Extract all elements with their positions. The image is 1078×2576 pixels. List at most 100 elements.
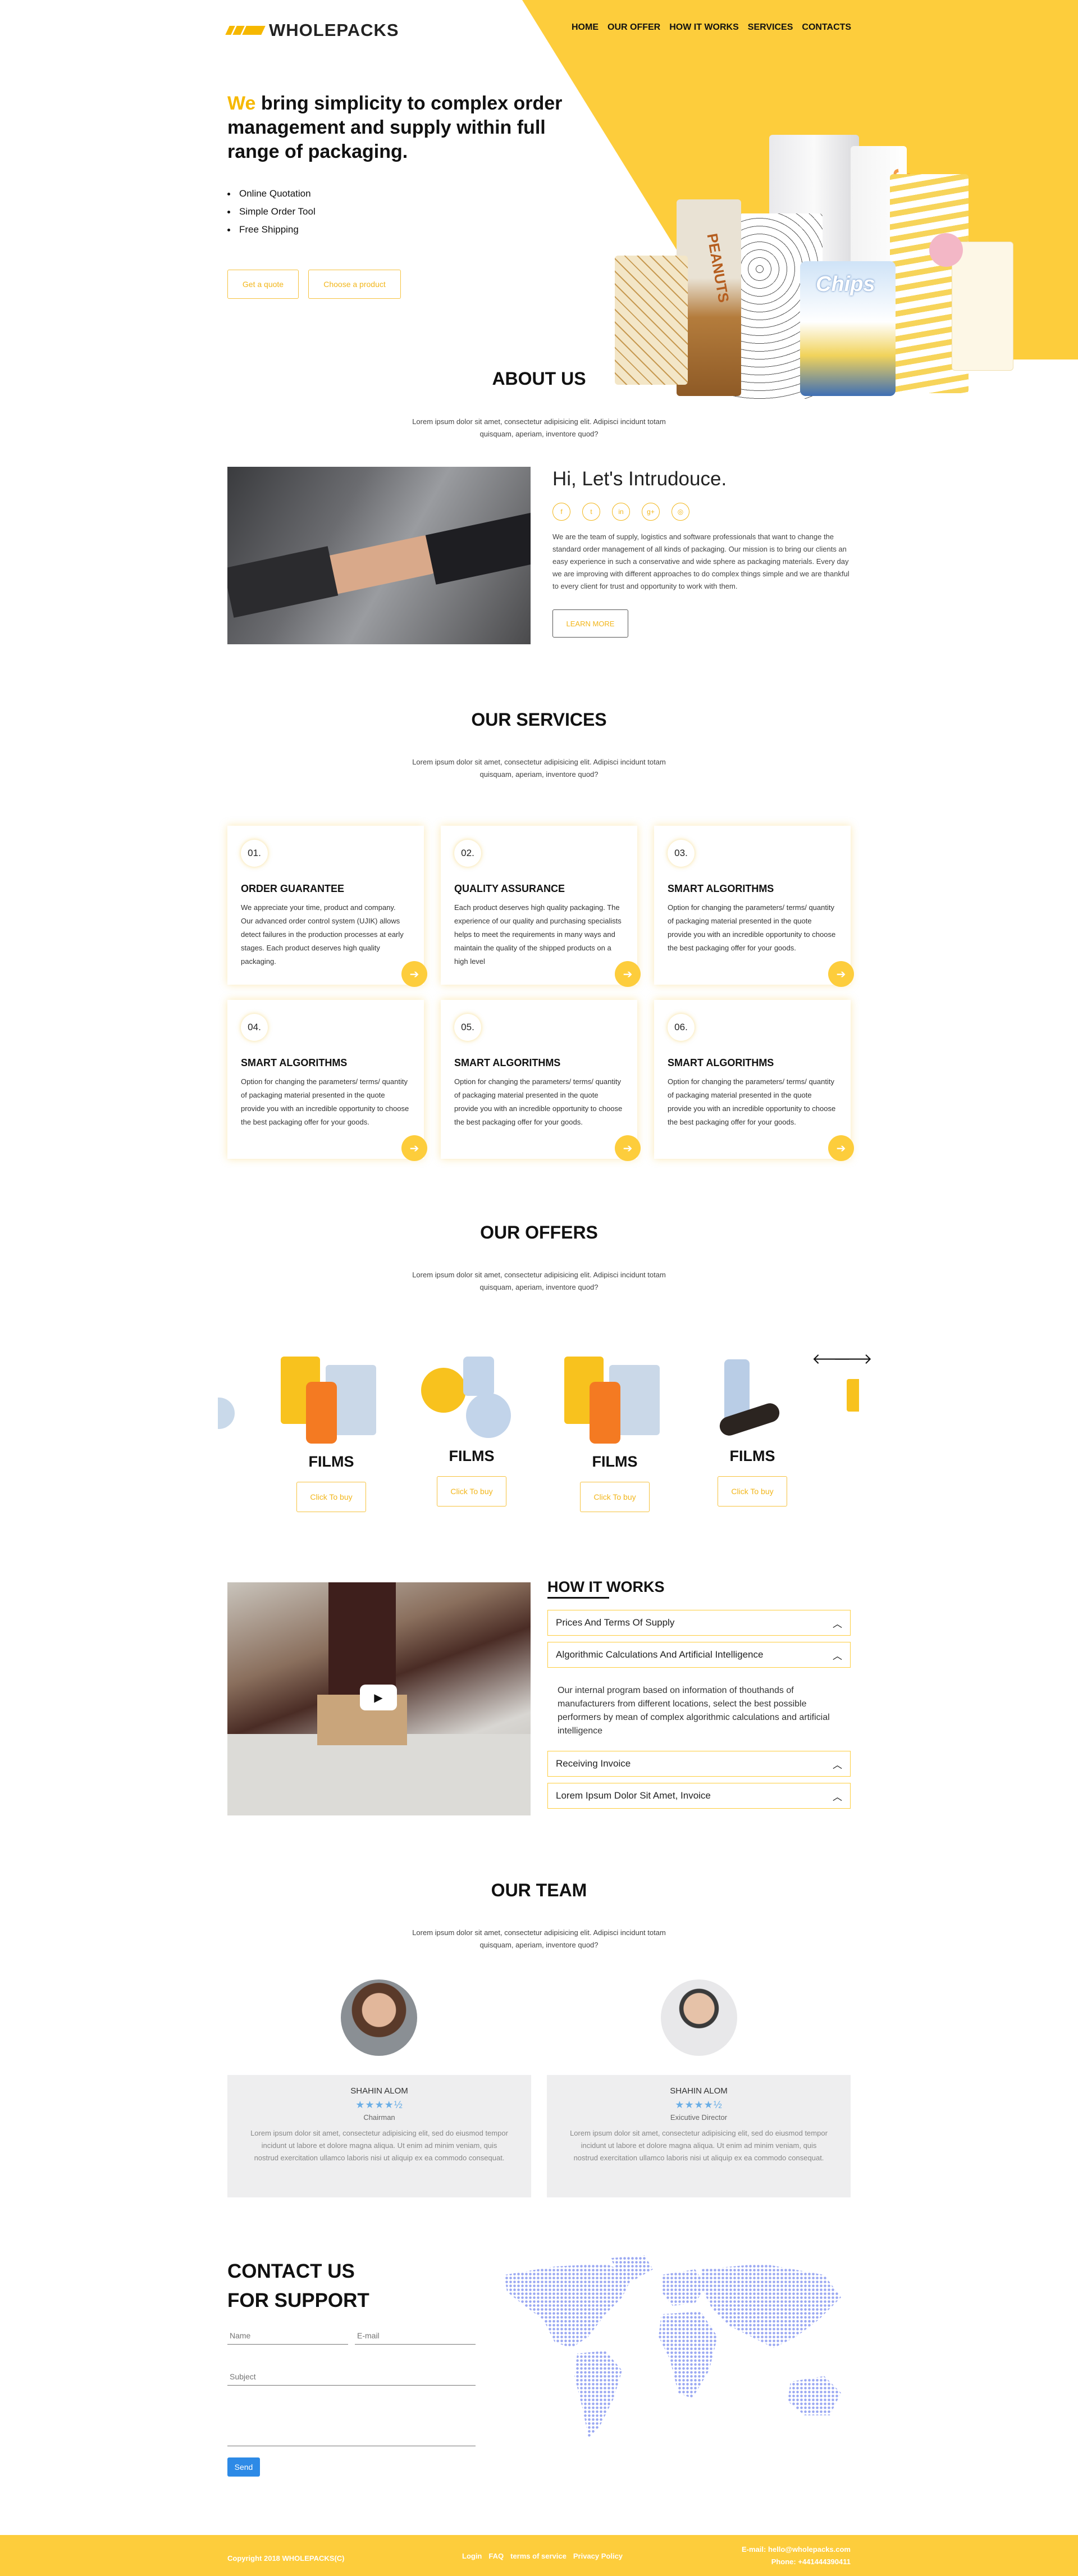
linkedin-icon[interactable]: in [612,503,630,521]
offer-item: FILMS Click To buy [696,1354,808,1507]
chevron-up-icon: ︿ [833,1618,842,1630]
arrow-right-icon[interactable]: ➔ [615,961,641,987]
brand-logo[interactable]: WHOLEPACKS [225,20,399,40]
map-europe [661,2269,706,2306]
map-asia [701,2264,841,2348]
accordion-item[interactable]: Algorithmic Calculations And Artificial … [547,1642,851,1668]
service-number: 05. [454,1014,481,1041]
twitter-icon[interactable]: t [582,503,600,521]
send-button[interactable]: Send [227,2457,260,2477]
offer-product-image [559,1354,671,1446]
product-bag-kids [952,242,1013,371]
right-suit-sleeve [425,512,531,585]
arrow-right-icon[interactable]: ➔ [828,1135,854,1161]
video-table [227,1734,531,1815]
arrow-right-icon[interactable]: ➔ [401,961,427,987]
how-it-works-title: HOW IT WORKS [547,1578,665,1595]
avatar [341,1979,417,2056]
map-africa [659,2311,718,2398]
product-ice-cream [929,233,963,267]
facebook-icon[interactable]: f [552,503,570,521]
about-text: We are the team of supply, logistics and… [552,533,849,590]
offer-product-image [275,1354,387,1446]
arrow-right-icon[interactable]: ➔ [828,961,854,987]
service-card[interactable]: 03. SMART ALGORITHMS Option for changing… [654,826,854,987]
offer-name: FILMS [449,1448,495,1464]
click-to-buy-button[interactable]: Click To buy [718,1476,787,1507]
hero-title-text: bring simplicity to complex order manage… [227,93,563,162]
accordion-item[interactable]: Lorem Ipsum Dolor Sit Amet, Invoice ︿ [547,1783,851,1809]
offer-item: FILMS Click To buy [415,1354,528,1507]
accordion-item[interactable]: Receiving Invoice ︿ [547,1751,851,1777]
services-title: OUR SERVICES [471,709,607,730]
footer-links: Login FAQ terms of service Privacy Polic… [462,2552,623,2560]
service-description: We appreciate your time, product and com… [241,903,404,966]
contact-title-line2: FOR SUPPORT [227,2290,369,2311]
map-north-america [504,2264,633,2348]
footer-copyright: Copyright 2018 WHOLEPACKS(C) [227,2554,345,2563]
logo-mark-icon [225,26,266,35]
footer-link-faq[interactable]: FAQ [488,2552,504,2560]
choose-product-button[interactable]: Choose a product [308,270,401,299]
nav-services[interactable]: SERVICES [748,22,793,33]
footer-link-terms[interactable]: terms of service [510,2552,567,2560]
contact-title: CONTACT US FOR SUPPORT [227,2257,369,2315]
footer-phone[interactable]: Phone: +441444390411 [730,2556,851,2568]
social-links: f t in g+ ◎ [552,503,689,521]
brand-name: WHOLEPACKS [269,20,399,40]
service-title: QUALITY ASSURANCE [454,883,565,894]
chevron-up-icon: ︿ [833,1791,842,1803]
email-field[interactable] [355,2327,476,2345]
video-player[interactable]: ▶ [227,1582,531,1815]
service-card[interactable]: 01. ORDER GUARANTEE We appreciate your t… [227,826,427,987]
google-plus-icon[interactable]: g+ [642,503,660,521]
nav-how-it-works[interactable]: HOW IT WORKS [669,22,739,33]
nav-our-offer[interactable]: OUR OFFER [607,22,660,33]
play-icon[interactable]: ▶ [360,1685,397,1710]
about-title: ABOUT US [492,368,586,389]
left-suit-sleeve [227,546,339,618]
team-subtitle: Lorem ipsum dolor sit amet, consectetur … [412,1928,666,1949]
service-card[interactable]: 06. SMART ALGORITHMS Option for changing… [654,1000,854,1161]
service-description: Option for changing the parameters/ term… [668,903,836,952]
service-title: SMART ALGORITHMS [668,883,774,894]
chevron-up-icon: ︿ [833,1650,842,1662]
service-card[interactable]: 04. SMART ALGORITHMS Option for changing… [227,1000,427,1161]
learn-more-button[interactable]: LEARN MORE [552,609,628,638]
hero-feature: Free Shipping [227,224,316,235]
arrow-right-icon[interactable]: ➔ [401,1135,427,1161]
footer-link-login[interactable]: Login [462,2552,482,2560]
service-description: Option for changing the parameters/ term… [668,1077,836,1126]
offers-subtitle: Lorem ipsum dolor sit amet, consectetur … [412,1271,666,1291]
get-quote-button[interactable]: Get a quote [227,270,299,299]
hero-feature: Online Quotation [227,188,316,199]
carousel-partial-left [218,1398,235,1429]
member-name: SHAHIN ALOM [670,2086,728,2096]
service-number: 06. [668,1014,695,1041]
chevron-up-icon: ︿ [833,1759,842,1771]
arrow-right-icon[interactable]: 🡒 [833,1350,873,1368]
nav-home[interactable]: HOME [572,22,599,33]
subject-field[interactable] [227,2368,476,2386]
arrow-right-icon[interactable]: ➔ [615,1135,641,1161]
service-card[interactable]: 05. SMART ALGORITHMS Option for changing… [441,1000,641,1161]
click-to-buy-button[interactable]: Click To buy [437,1476,506,1507]
about-heading: Hi, Let's Intrudouce. [552,468,727,490]
service-number: 01. [241,840,268,867]
about-handshake-image [227,467,531,644]
footer-link-privacy[interactable]: Privacy Policy [573,2552,623,2560]
accordion-content: Our internal program based on informatio… [558,1686,830,1736]
hero-products-image: JUST SHOP PEANUTS Chips [615,135,1019,399]
click-to-buy-button[interactable]: Click To buy [580,1482,650,1512]
title-underline [547,1597,609,1599]
accordion-label: Lorem Ipsum Dolor Sit Amet, Invoice [556,1790,711,1801]
accordion-item[interactable]: Prices And Terms Of Supply ︿ [547,1610,851,1636]
service-description: Option for changing the parameters/ term… [241,1077,409,1126]
service-card[interactable]: 02. QUALITY ASSURANCE Each product deser… [441,826,641,987]
nav-contacts[interactable]: CONTACTS [802,22,851,33]
name-field[interactable] [227,2327,348,2345]
instagram-icon[interactable]: ◎ [672,503,689,521]
footer-email[interactable]: E-mail: hello@wholepacks.com [730,2543,851,2556]
click-to-buy-button[interactable]: Click To buy [296,1482,366,1512]
message-field[interactable] [227,2401,476,2446]
